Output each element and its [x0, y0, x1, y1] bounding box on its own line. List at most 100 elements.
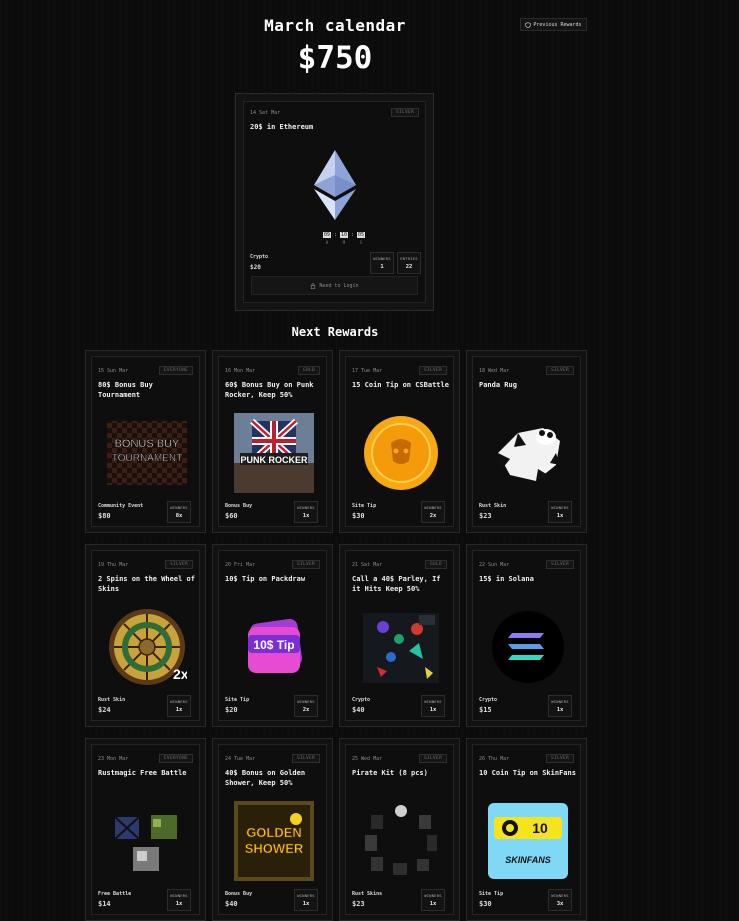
reward-card[interactable]: 25 Wed Mar SILVER Pirate Kit (8 pcs) Rus… [339, 738, 460, 921]
reward-image [361, 413, 441, 493]
reward-price: $20 [250, 264, 261, 271]
tier-badge: EVERYONE [158, 366, 193, 375]
tier-badge: SILVER [418, 366, 447, 375]
reward-price: $14 [98, 900, 111, 908]
winners-box: WINNERS 1x [421, 889, 445, 911]
svg-text:GOLDEN: GOLDEN [246, 825, 302, 840]
reward-card-inner: 16 Mon Mar GOLD 60$ Bonus Buy on Punk Ro… [218, 356, 327, 527]
reward-image: BONUS BUY TOURNAMENT [107, 413, 187, 493]
reward-category: Site Tip [479, 891, 504, 897]
winners-value: 2x [302, 707, 310, 713]
svg-text:BONUS BUY: BONUS BUY [115, 438, 180, 450]
reward-title: 15 Coin Tip on CSBattle [352, 381, 449, 389]
reward-card[interactable]: 21 Sat Mar GOLD Call a 40$ Parley, If it… [339, 544, 460, 727]
reward-card-inner: 21 Sat Mar GOLD Call a 40$ Parley, If it… [345, 550, 454, 721]
winners-value: 8x [175, 513, 183, 519]
winners-box: WINNERS 1x [548, 501, 572, 523]
countdown-timer: 09 : 10 : 05 H M S [322, 232, 366, 245]
winners-box: WINNERS 1x [294, 889, 318, 911]
entries-value: 22 [405, 264, 413, 270]
winners-value: 1x [429, 707, 437, 713]
reward-image: PUNK ROCKER [234, 413, 314, 493]
tier-badge: GOLD [297, 366, 320, 375]
reward-card[interactable]: 17 Tue Mar SILVER 15 Coin Tip on CSBattl… [339, 350, 460, 533]
shield-icon [525, 21, 532, 28]
reward-image: 10$ Tip [234, 607, 314, 687]
reward-title: 15$ in Solana [479, 575, 534, 583]
winners-label: WINNERS [297, 505, 315, 510]
reward-card[interactable]: 19 Thu Mar SILVER 2 Spins on the Wheel o… [85, 544, 206, 727]
winners-box: WINNERS 1x [421, 695, 445, 717]
winners-label: WINNERS [551, 505, 569, 510]
reward-card[interactable]: 26 Thu Mar SILVER 10 Coin Tip on SkinFan… [466, 738, 587, 921]
entries-label: ENTRIES [400, 256, 418, 261]
reward-price: $15 [479, 706, 492, 714]
winners-value: 1x [302, 901, 310, 907]
reward-date: 20 Fri Mar [225, 562, 256, 568]
reward-category: Crypto [250, 254, 269, 260]
total-amount: $750 [297, 40, 373, 76]
svg-text:SHOWER: SHOWER [245, 841, 304, 856]
tier-badge: SILVER [164, 560, 193, 569]
reward-title: Rustmagic Free Battle [98, 769, 187, 777]
reward-title: Call a 40$ Parley, If it Hits Keep 50% [352, 575, 441, 593]
winners-value: 1x [175, 901, 183, 907]
reward-category: Bonus Buy [225, 503, 253, 509]
reward-card-inner: 26 Thu Mar SILVER 10 Coin Tip on SkinFan… [472, 744, 581, 915]
reward-category: Bonus Buy [225, 891, 253, 897]
reward-card[interactable]: 20 Fri Mar SILVER 10$ Tip on Packdraw 10… [212, 544, 333, 727]
timer-hours: 09 [322, 232, 331, 238]
winners-label: WINNERS [551, 699, 569, 704]
reward-card[interactable]: 22 Sun Mar SILVER 15$ in Solana Crypto $… [466, 544, 587, 727]
timer-minutes: 10 [339, 232, 349, 238]
winners-value: 1 [380, 264, 384, 270]
reward-image [107, 801, 187, 881]
reward-title: 20$ in Ethereum [250, 123, 314, 131]
reward-date: 21 Sat Mar [352, 562, 383, 568]
reward-category: Rust Skins [352, 891, 383, 897]
reward-date: 18 Wed Mar [479, 368, 510, 374]
reward-card-inner: 20 Fri Mar SILVER 10$ Tip on Packdraw 10… [218, 550, 327, 721]
reward-date: 17 Tue Mar [352, 368, 383, 374]
timer-m-label: M [342, 240, 346, 245]
reward-image [488, 413, 568, 493]
previous-rewards-button[interactable]: Previous Rewards [520, 18, 587, 31]
timer-s-label: S [359, 240, 363, 245]
winners-value: 1x [175, 707, 183, 713]
reward-card[interactable]: 24 Tue Mar SILVER 40$ Bonus on Golden Sh… [212, 738, 333, 921]
tier-badge: SILVER [390, 108, 419, 117]
tier-badge: SILVER [291, 754, 320, 763]
entries-box: ENTRIES 22 [397, 252, 421, 274]
winners-box: WINNERS 1x [294, 501, 318, 523]
tier-badge: SILVER [418, 754, 447, 763]
reward-card[interactable]: 16 Mon Mar GOLD 60$ Bonus Buy on Punk Ro… [212, 350, 333, 533]
reward-title: Panda Rug [479, 381, 517, 389]
login-label: Need to Login [319, 282, 359, 289]
reward-date: 15 Sun Mar [98, 368, 129, 374]
reward-title: 80$ Bonus Buy Tournament [98, 381, 153, 399]
reward-price: $24 [98, 706, 111, 714]
reward-date: 25 Wed Mar [352, 756, 383, 762]
svg-text:2x: 2x [173, 666, 187, 682]
featured-reward-card[interactable]: 14 Sat Mar SILVER 20$ in Ethereum 09 : 1… [235, 93, 434, 311]
reward-date: 22 Sun Mar [479, 562, 510, 568]
reward-card-inner: 15 Sun Mar EVERYONE 80$ Bonus Buy Tourna… [91, 356, 200, 527]
reward-card[interactable]: 15 Sun Mar EVERYONE 80$ Bonus Buy Tourna… [85, 350, 206, 533]
reward-title: Pirate Kit (8 pcs) [352, 769, 428, 777]
winners-box: WINNERS 2x [294, 695, 318, 717]
reward-price: $60 [225, 512, 238, 520]
reward-price: $30 [352, 512, 365, 520]
next-rewards-title: Next Rewards [291, 325, 379, 339]
tier-badge: GOLD [424, 560, 447, 569]
reward-title: 2 Spins on the Wheel of Skins [98, 575, 195, 593]
reward-card[interactable]: 18 Wed Mar SILVER Panda Rug Rust Skin $2… [466, 350, 587, 533]
reward-card[interactable]: 23 Mon Mar EVERYONE Rustmagic Free Battl… [85, 738, 206, 921]
login-button[interactable]: Need to Login [251, 276, 418, 295]
svg-text:10$ Tip: 10$ Tip [253, 638, 294, 652]
reward-date: 23 Mon Mar [98, 756, 129, 762]
tier-badge: SILVER [545, 754, 574, 763]
winners-box: WINNERS 2x [421, 501, 445, 523]
reward-image: GOLDEN SHOWER [234, 801, 314, 881]
reward-category: Site Tip [352, 503, 377, 509]
reward-date: 24 Tue Mar [225, 756, 256, 762]
